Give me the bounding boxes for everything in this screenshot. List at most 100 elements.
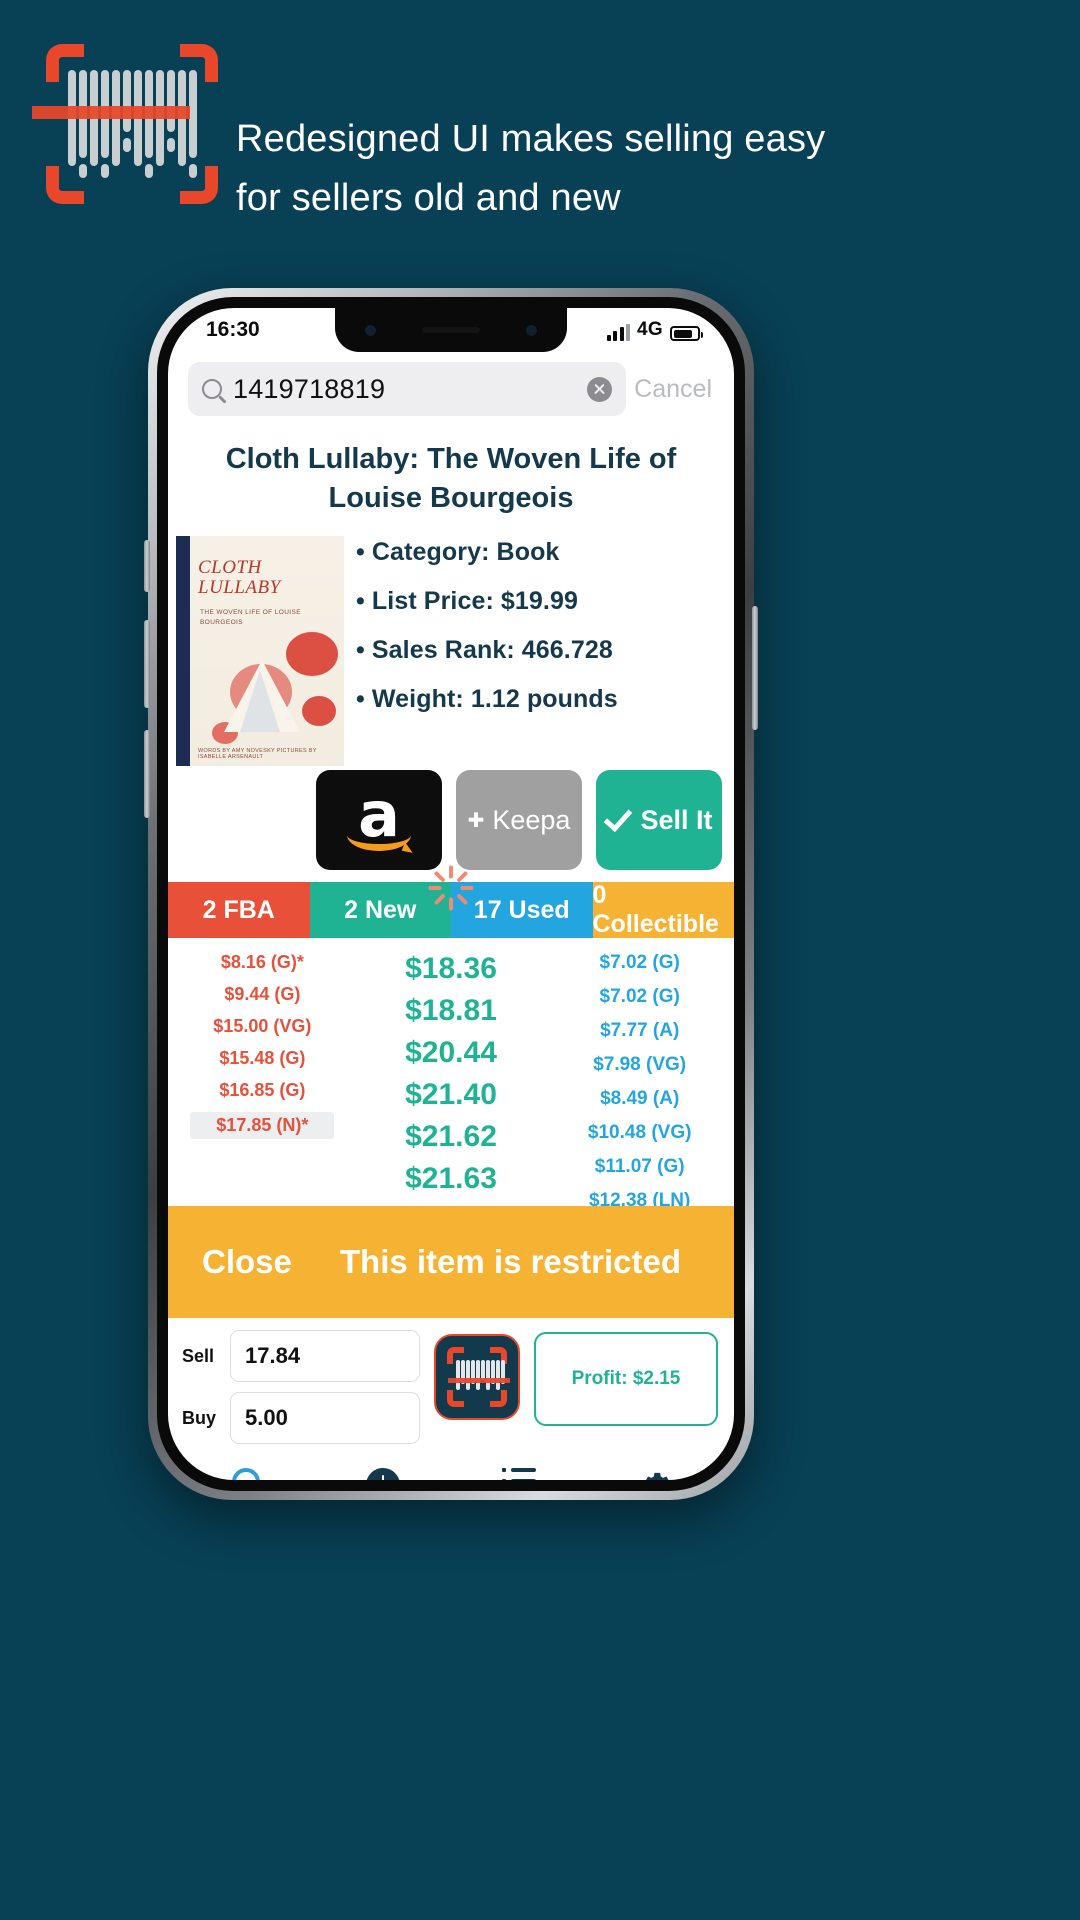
barcode-dot bbox=[101, 164, 109, 178]
barcode-bar bbox=[167, 70, 175, 132]
fba-price-column[interactable]: $8.16 (G)* $9.44 (G) $15.00 (VG) $15.48 (G)… bbox=[168, 952, 357, 1206]
new-price-item[interactable]: $21.63 bbox=[357, 1162, 546, 1196]
price-lists: $8.16 (G)* $9.44 (G) $15.00 (VG) $15.48 (G)… bbox=[168, 938, 734, 1206]
barcode-bars bbox=[68, 70, 197, 178]
calculator-row: Sell 17.84 Buy 5.00 Profit: $2.15 bbox=[168, 1318, 734, 1454]
tab-settings[interactable]: Settings bbox=[588, 1468, 725, 1480]
barcode-dot bbox=[167, 138, 175, 152]
amazon-logo-icon: a bbox=[358, 777, 400, 851]
network-label: 4G bbox=[637, 319, 663, 340]
product-detail-item: Sales Rank: 466.728 bbox=[356, 636, 720, 665]
used-price-item[interactable]: $7.77 (A) bbox=[545, 1020, 734, 1042]
used-price-item[interactable]: $7.98 (VG) bbox=[545, 1054, 734, 1076]
battery-icon bbox=[670, 326, 703, 341]
clock-icon bbox=[365, 1468, 400, 1480]
product-detail-item: List Price: $19.99 bbox=[356, 587, 720, 616]
product-detail-item: Weight: 1.12 pounds bbox=[356, 685, 720, 714]
cover-credit: WORDS BY AMY NOVESKY PICTURES BY ISABELL… bbox=[198, 748, 317, 761]
buy-input[interactable]: 5.00 bbox=[230, 1392, 420, 1445]
status-time: 16:30 bbox=[206, 318, 260, 341]
gear-icon bbox=[639, 1468, 673, 1480]
tab-history[interactable]: History bbox=[315, 1468, 452, 1480]
new-price-item[interactable]: $20.44 bbox=[357, 1036, 546, 1070]
used-price-item[interactable]: $7.02 (G) bbox=[545, 986, 734, 1008]
status-badge: This item is restricted bbox=[339, 1243, 681, 1281]
amazon-button[interactable]: a bbox=[316, 770, 442, 871]
barcode-scan-icon bbox=[32, 44, 218, 204]
bottom-tab-bar: ProductHistoryBuy ListSettings bbox=[168, 1454, 734, 1480]
new-price-item[interactable]: $18.81 bbox=[357, 994, 546, 1028]
tab-buy-list[interactable]: Buy List bbox=[451, 1468, 588, 1480]
clear-icon[interactable] bbox=[587, 376, 613, 402]
sell-it-button[interactable]: Sell It bbox=[596, 770, 722, 871]
barcode-scan-button-icon[interactable] bbox=[434, 1334, 520, 1421]
product-cover-image: CLOTH LULLABY THE WOVEN LIFE OF LOUISE B… bbox=[176, 536, 344, 767]
promo-headline: Redesigned UI makes selling easy for sel… bbox=[236, 118, 826, 219]
sparkle-icon bbox=[428, 865, 474, 911]
signal-bars-icon bbox=[606, 324, 631, 341]
used-price-item[interactable]: $11.07 (G) bbox=[545, 1156, 734, 1178]
volume-up-button[interactable] bbox=[144, 620, 150, 708]
cancel-button[interactable]: Cancel bbox=[634, 375, 716, 404]
page-title: Cloth Lullaby: The Woven Life of Louise … bbox=[225, 443, 677, 515]
used-price-column[interactable]: $7.02 (G) $7.02 (G) $7.77 (A) $7.98 (VG) $8.… bbox=[545, 952, 734, 1206]
product-info: CLOTH LULLABY THE WOVEN LIFE OF LOUISE B… bbox=[168, 528, 734, 767]
scan-line bbox=[32, 106, 190, 119]
search-icon bbox=[232, 1468, 261, 1480]
list-icon bbox=[502, 1468, 537, 1480]
phone-frame: 16:30 4G 1419718819 Cancel Cloth Lullaby… bbox=[144, 288, 758, 1500]
search-value: 1419718819 bbox=[233, 373, 386, 404]
offer-tab-2-fba[interactable]: 2 FBA bbox=[168, 882, 310, 939]
phone-bezel: 16:30 4G 1419718819 Cancel Cloth Lullaby… bbox=[157, 297, 745, 1491]
keepa-clover-icon: ✚ bbox=[467, 809, 485, 832]
fba-price-item[interactable]: $8.16 (G)* bbox=[168, 952, 357, 973]
barcode-dot bbox=[79, 164, 87, 178]
promo-header: Redesigned UI makes selling easy for sel… bbox=[0, 0, 1080, 290]
sell-field-row: Sell 17.84 bbox=[182, 1330, 420, 1383]
buy-label: Buy bbox=[182, 1407, 217, 1428]
mute-switch[interactable] bbox=[144, 540, 150, 592]
close-button[interactable]: Close bbox=[202, 1243, 292, 1281]
profit-display: Profit: $2.15 bbox=[534, 1332, 718, 1427]
barcode-bar bbox=[123, 70, 131, 132]
tab-product[interactable]: Product bbox=[178, 1468, 315, 1480]
new-price-item[interactable]: $23.63 bbox=[357, 1204, 546, 1206]
action-button-row: a ✚ Keepa Sell It bbox=[168, 766, 734, 871]
fba-price-item[interactable]: $15.48 (G) bbox=[168, 1048, 357, 1069]
new-price-item[interactable]: $21.62 bbox=[357, 1120, 546, 1154]
keepa-label: Keepa bbox=[492, 804, 571, 835]
cover-title: CLOTH LULLABY bbox=[198, 557, 281, 599]
new-price-column[interactable]: $18.36 $18.81 $20.44 $21.40 $21.62 $21.63 $23.… bbox=[357, 952, 546, 1206]
used-price-item[interactable]: $12.38 (LN) bbox=[545, 1190, 734, 1206]
fba-price-item[interactable]: $16.85 (G) bbox=[168, 1080, 357, 1101]
amazon-smile-icon bbox=[347, 835, 411, 851]
volume-down-button[interactable] bbox=[144, 730, 150, 818]
search-input[interactable]: 1419718819 bbox=[188, 362, 627, 416]
used-price-item[interactable]: $10.48 (VG) bbox=[545, 1122, 734, 1144]
barcode-dot bbox=[145, 164, 153, 178]
keepa-button[interactable]: ✚ Keepa bbox=[456, 770, 582, 871]
barcode-bar bbox=[189, 70, 197, 158]
cover-subtitle: THE WOVEN LIFE OF LOUISE BOURGEOIS bbox=[200, 609, 301, 627]
search-row: 1419718819 Cancel bbox=[168, 352, 734, 426]
product-detail-item: Category: Book bbox=[356, 538, 720, 567]
offer-tab-row: 2 FBA 2 New 17 Used 0 Collectible bbox=[168, 865, 734, 939]
product-detail-list: Category: Book List Price: $19.99 Sales Ra… bbox=[356, 536, 720, 766]
barcode-dot bbox=[189, 164, 197, 178]
buy-field-row: Buy 5.00 bbox=[182, 1392, 420, 1445]
fba-price-item[interactable]: $9.44 (G) bbox=[168, 984, 357, 1005]
sell-input[interactable]: 17.84 bbox=[230, 1330, 420, 1383]
status-indicators: 4G bbox=[606, 319, 703, 341]
price-fields: Sell 17.84 Buy 5.00 bbox=[182, 1330, 420, 1454]
fba-price-item[interactable]: $15.00 (VG) bbox=[168, 1016, 357, 1037]
power-button[interactable] bbox=[752, 606, 758, 730]
cover-tent-inner bbox=[240, 670, 280, 733]
fba-price-item[interactable]: $17.85 (N)* bbox=[190, 1112, 335, 1140]
offer-tab-0-collectible[interactable]: 0 Collectible bbox=[592, 881, 734, 939]
new-price-item[interactable]: $18.36 bbox=[357, 952, 546, 986]
barcode-dot bbox=[123, 138, 131, 152]
used-price-item[interactable]: $8.49 (A) bbox=[545, 1088, 734, 1110]
used-price-item[interactable]: $7.02 (G) bbox=[545, 952, 734, 974]
sell-label: Sell bbox=[182, 1345, 215, 1366]
new-price-item[interactable]: $21.40 bbox=[357, 1078, 546, 1112]
